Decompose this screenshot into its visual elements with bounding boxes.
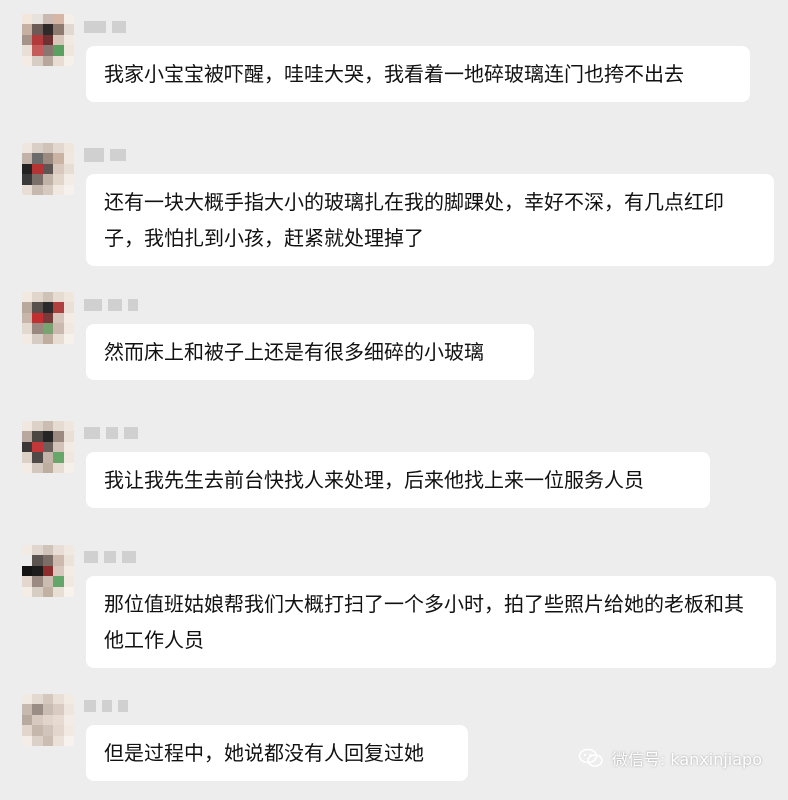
wechat-icon bbox=[578, 748, 603, 767]
sender-name-redacted bbox=[84, 426, 138, 440]
avatar[interactable] bbox=[22, 14, 74, 66]
avatar[interactable] bbox=[22, 694, 74, 746]
message-bubble[interactable]: 那位值班姑娘帮我们大概打扫了一个多小时，拍了些照片给她的老板和其他工作人员 bbox=[86, 576, 776, 668]
sender-name-redacted bbox=[84, 20, 126, 34]
message-bubble[interactable]: 但是过程中，她说都没有人回复过她 bbox=[86, 725, 468, 781]
avatar[interactable] bbox=[22, 143, 74, 195]
watermark-text: 微信号: kanxinjiapo bbox=[611, 750, 762, 769]
avatar[interactable] bbox=[22, 545, 74, 597]
sender-name-redacted bbox=[84, 550, 136, 564]
wechat-watermark: 微信号: kanxinjiapo bbox=[578, 746, 762, 770]
message-bubble[interactable]: 还有一块大概手指大小的玻璃扎在我的脚踝处，幸好不深，有几点红印子，我怕扎到小孩，… bbox=[86, 174, 774, 266]
sender-name-redacted bbox=[84, 298, 138, 312]
message-bubble[interactable]: 我让我先生去前台快找人来处理，后来他找上来一位服务人员 bbox=[86, 452, 710, 508]
message-bubble[interactable]: 然而床上和被子上还是有很多细碎的小玻璃 bbox=[86, 324, 534, 380]
avatar[interactable] bbox=[22, 292, 74, 344]
avatar[interactable] bbox=[22, 421, 74, 473]
sender-name-redacted bbox=[84, 148, 126, 162]
message-bubble[interactable]: 我家小宝宝被吓醒，哇哇大哭，我看着一地碎玻璃连门也挎不出去 bbox=[86, 46, 750, 102]
sender-name-redacted bbox=[84, 699, 128, 713]
